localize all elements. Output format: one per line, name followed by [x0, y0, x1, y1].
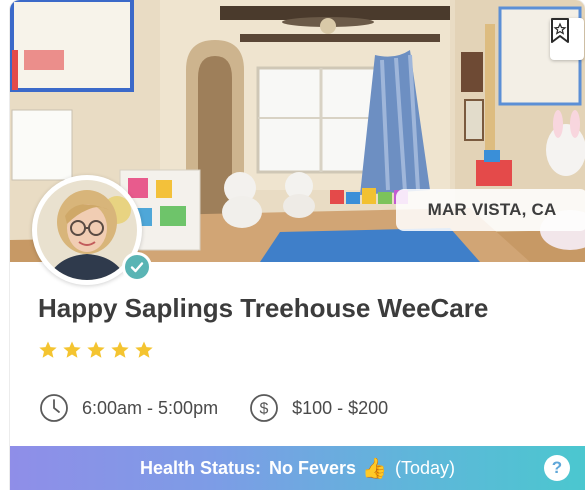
check-icon	[130, 262, 144, 273]
listing-title[interactable]: Happy Saplings Treehouse WeeCare	[38, 293, 578, 324]
listing-meta: 6:00am - 5:00pm $ $100 - $200	[38, 391, 388, 425]
star-icon	[135, 341, 153, 358]
star-icon	[87, 341, 105, 358]
health-status-label: Health Status:	[139, 457, 262, 478]
health-status-bar: Health Status: No Fevers 👍 (Today) ?	[10, 446, 585, 490]
health-status-date: (Today)	[394, 457, 455, 478]
thumbs-up-icon: 👍	[362, 457, 387, 480]
help-icon[interactable]: ?	[544, 455, 570, 481]
star-icon	[111, 341, 129, 358]
svg-text:$: $	[260, 401, 269, 418]
dollar-icon: $	[248, 392, 280, 424]
price-text: $100 - $200	[292, 397, 389, 418]
rating-stars	[38, 340, 154, 360]
bookmark-icon	[551, 18, 569, 43]
health-status-value: No Fevers	[269, 457, 357, 478]
location-badge: MAR VISTA, CA	[396, 189, 585, 231]
bookmark-button[interactable]	[550, 18, 584, 60]
star-icon	[63, 341, 81, 358]
clock-icon	[38, 392, 70, 424]
hours-text: 6:00am - 5:00pm	[82, 397, 219, 418]
verified-badge	[122, 252, 152, 282]
star-icon	[39, 341, 57, 358]
daycare-card[interactable]: MAR VISTA, CA Happy Saplings Treehouse W…	[10, 0, 585, 490]
